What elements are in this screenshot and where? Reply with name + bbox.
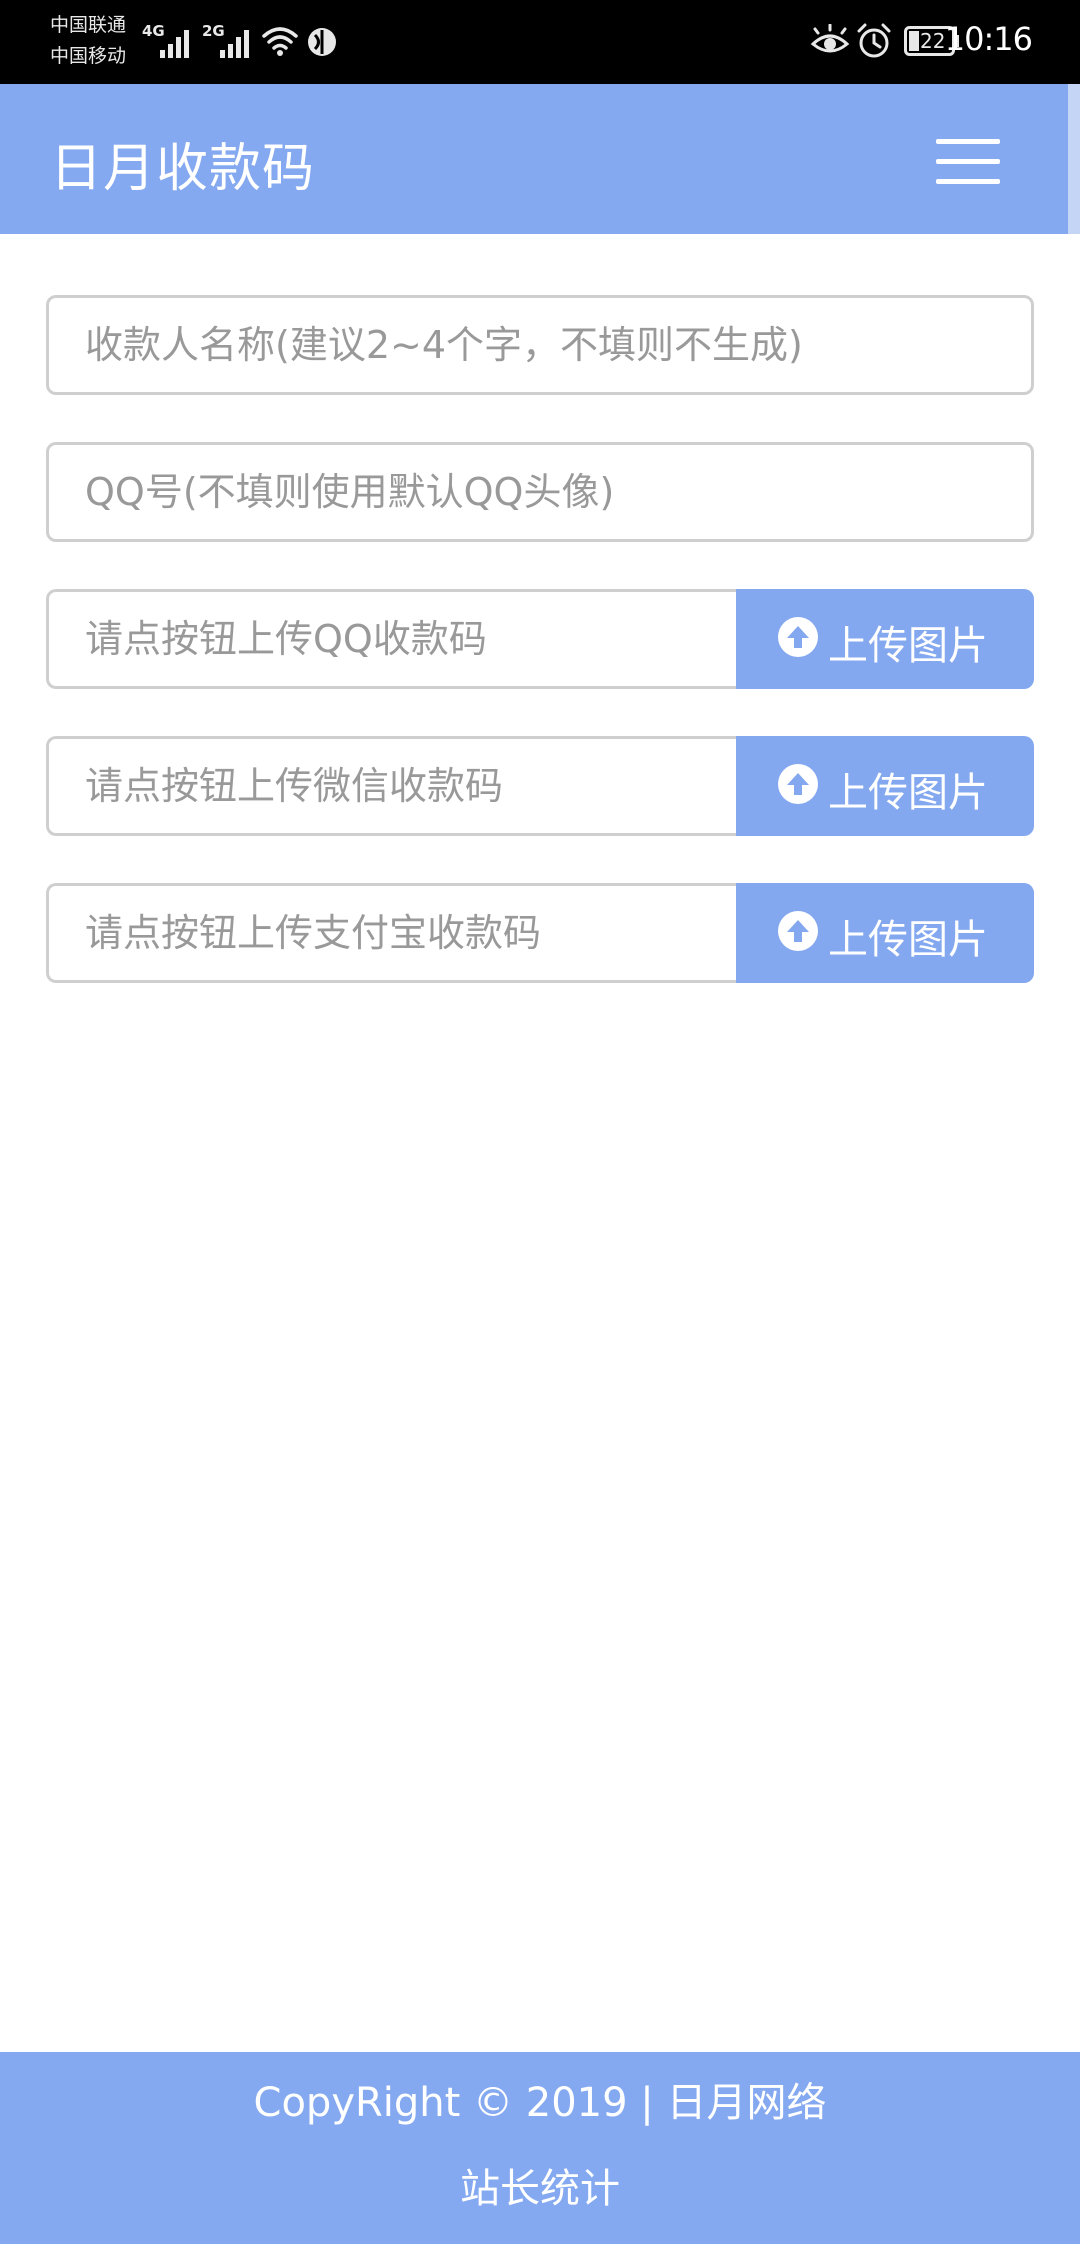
- wechat-code-field: [46, 736, 742, 836]
- header-edge: [1068, 84, 1080, 234]
- signal-icon-1: [160, 30, 189, 58]
- upload-qq-code-button[interactable]: 上传图片: [736, 589, 1034, 689]
- carrier-names: 中国联通 中国移动: [50, 10, 126, 72]
- data-saver-icon: [308, 28, 336, 56]
- copyright-text: CopyRight © 2019 | 日月网络: [253, 2080, 827, 2126]
- alipay-code-field: [46, 883, 742, 983]
- wifi-icon: [262, 27, 298, 56]
- wechat-code-input[interactable]: [49, 739, 742, 833]
- upload-wechat-code-button[interactable]: 上传图片: [736, 736, 1034, 836]
- qq-number-input[interactable]: [49, 445, 1031, 539]
- upload-button-label: 上传图片: [828, 770, 988, 816]
- qq-code-field: [46, 589, 742, 689]
- qq-code-input[interactable]: [49, 592, 742, 686]
- wechat-code-upload-group: 上传图片: [46, 736, 1034, 836]
- hamburger-menu-icon: [936, 139, 1000, 184]
- menu-toggle-button[interactable]: [928, 134, 1008, 190]
- carrier-name-2: 中国移动: [50, 45, 127, 67]
- clock: 10:16: [944, 20, 1033, 58]
- alarm-icon: [857, 23, 891, 58]
- upload-circle-icon: [778, 911, 818, 951]
- upload-button-label: 上传图片: [828, 917, 988, 963]
- page-footer: CopyRight © 2019 | 日月网络 站长统计: [0, 2052, 1080, 2244]
- payee-name-input[interactable]: [49, 298, 1031, 392]
- app-header: 日月收款码: [0, 84, 1080, 234]
- upload-button-label: 上传图片: [828, 623, 988, 669]
- battery-level: 22: [920, 29, 946, 53]
- signal-icon-2: [220, 30, 249, 58]
- alipay-code-input[interactable]: [49, 886, 742, 980]
- site-stats-link[interactable]: 站长统计: [0, 2156, 1080, 2214]
- upload-circle-icon: [778, 764, 818, 804]
- alipay-code-upload-group: 上传图片: [46, 883, 1034, 983]
- upload-circle-icon: [778, 617, 818, 657]
- eye-comfort-icon: [810, 24, 850, 53]
- payee-name-field: [46, 295, 1034, 395]
- brand-title[interactable]: 日月收款码: [50, 126, 315, 201]
- carrier-name-1: 中国联通: [50, 14, 127, 36]
- qq-code-upload-group: 上传图片: [46, 589, 1034, 689]
- upload-alipay-code-button[interactable]: 上传图片: [736, 883, 1034, 983]
- status-bar: 中国联通 中国移动 4G 2G 22 10:16: [0, 0, 1080, 84]
- qq-number-field: [46, 442, 1034, 542]
